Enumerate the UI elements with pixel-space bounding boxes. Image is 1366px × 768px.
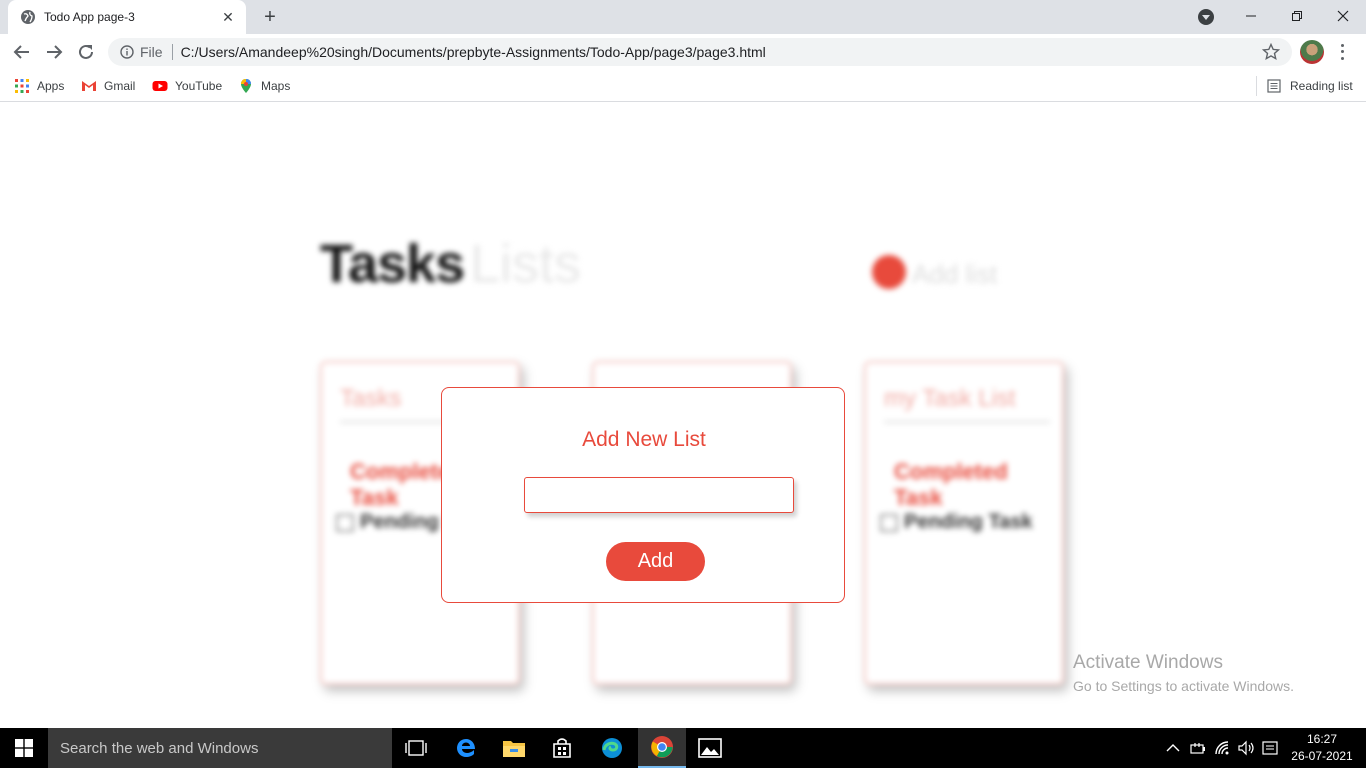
apps-grid-icon (15, 79, 29, 93)
add-button[interactable]: Add (606, 542, 705, 581)
chrome-icon (651, 736, 673, 758)
windows-logo-icon (15, 739, 33, 757)
task-list-card: my Task List Completed Task Pending Task (864, 361, 1064, 685)
close-window-button[interactable] (1320, 0, 1366, 32)
tab-title: Todo App page-3 (44, 10, 135, 24)
speaker-icon (1238, 740, 1254, 756)
folder-icon (503, 741, 525, 757)
task-view-icon (405, 740, 427, 756)
volume-control[interactable] (1238, 738, 1256, 758)
youtube-icon (152, 81, 168, 91)
task-view-button[interactable] (392, 728, 440, 768)
store-bag-icon (553, 738, 571, 758)
modal-title: Add New List (582, 428, 706, 451)
restore-icon (1292, 11, 1302, 21)
wifi-icon (1215, 741, 1229, 755)
pending-task[interactable]: Pending Task (880, 511, 1033, 534)
new-tab-button[interactable]: + (258, 6, 282, 28)
reading-list-button[interactable]: Reading list (1256, 76, 1353, 96)
bookmark-label: Gmail (104, 79, 136, 93)
photos-icon (698, 738, 722, 758)
bookmark-label: Apps (37, 79, 65, 93)
tab-search-icon[interactable] (1198, 9, 1214, 25)
url-text[interactable]: C:/Users/Amandeep%20singh/Documents/prep… (181, 44, 766, 60)
reload-icon (79, 44, 93, 59)
taskbar-file-explorer[interactable] (490, 728, 538, 768)
start-button[interactable] (0, 728, 48, 768)
reading-list-label: Reading list (1290, 79, 1353, 93)
browser-tab[interactable]: Todo App page-3 ✕ (8, 0, 246, 34)
bookmark-apps[interactable]: Apps (14, 76, 64, 96)
windows-taskbar: Search the web and Windows 16:27 26-07-2… (0, 728, 1366, 768)
taskbar-photos[interactable] (686, 728, 734, 768)
bookmark-youtube[interactable]: YouTube (152, 76, 222, 96)
browser-menu-icon[interactable] (1334, 42, 1350, 62)
taskbar-search-box[interactable]: Search the web and Windows (48, 728, 392, 768)
back-arrow-icon (13, 45, 29, 59)
clock-date: 26-07-2021 (1291, 749, 1353, 763)
bookmark-star-icon[interactable] (1262, 43, 1280, 61)
address-bar[interactable]: File C:/Users/Amandeep%20singh/Documents… (108, 38, 1292, 66)
gmail-icon (82, 81, 96, 91)
restore-button[interactable] (1274, 0, 1320, 32)
close-icon (1337, 10, 1349, 22)
watermark-subtitle: Go to Settings to activate Windows. (1073, 678, 1294, 694)
watermark-title: Activate Windows (1073, 652, 1223, 673)
add-list-icon[interactable] (872, 255, 906, 289)
list-name-input[interactable] (524, 477, 794, 513)
globe-icon (21, 10, 35, 24)
wifi-status[interactable] (1214, 738, 1232, 758)
taskbar-chrome[interactable] (638, 728, 686, 768)
profile-avatar[interactable] (1300, 40, 1324, 64)
forward-button[interactable] (42, 40, 66, 64)
battery-plug-icon (1190, 743, 1205, 754)
reload-button[interactable] (74, 40, 98, 64)
keyboard-layout-icon (1262, 741, 1278, 755)
browser-toolbar: File C:/Users/Amandeep%20singh/Documents… (0, 34, 1366, 70)
activate-windows-watermark: Activate Windows Go to Settings to activ… (1073, 652, 1294, 694)
add-list-modal: Add New List Add (441, 387, 845, 603)
show-hidden-icons[interactable] (1166, 738, 1180, 758)
bookmark-label: YouTube (175, 79, 223, 93)
input-indicator[interactable] (1262, 738, 1278, 758)
forward-arrow-icon (47, 45, 63, 59)
bookmark-gmail[interactable]: Gmail (81, 76, 135, 96)
back-button[interactable] (10, 40, 34, 64)
site-info-icon[interactable] (120, 45, 134, 59)
minimize-button[interactable] (1228, 0, 1274, 32)
edge-icon (602, 738, 622, 758)
edge-legacy-icon (457, 739, 475, 757)
chevron-up-icon (1166, 744, 1180, 752)
url-scheme-label: File (140, 44, 173, 60)
power-status[interactable] (1190, 738, 1208, 758)
taskbar-store[interactable] (538, 728, 586, 768)
card-title: my Task List (884, 385, 1050, 423)
page-content: Tasks Lists Add list Tasks Completed Tas… (0, 103, 1366, 728)
system-clock[interactable]: 16:27 26-07-2021 (1290, 731, 1354, 765)
maps-icon (241, 79, 251, 93)
bookmark-maps[interactable]: Maps (238, 76, 290, 96)
add-list-label[interactable]: Add list (912, 259, 997, 290)
tab-close-icon[interactable]: ✕ (220, 9, 236, 25)
browser-tabstrip: Todo App page-3 ✕ + (0, 0, 1366, 34)
bookmark-label: Maps (261, 79, 291, 93)
taskbar-edge[interactable] (588, 728, 636, 768)
bookmarks-bar: Apps Gmail YouTube Maps Reading list (0, 70, 1366, 102)
reading-list-icon (1267, 79, 1281, 93)
header-tasks: Tasks (320, 234, 465, 294)
clock-time: 16:27 (1306, 732, 1338, 746)
header-lists: Lists (470, 234, 582, 294)
minimize-icon (1246, 15, 1256, 17)
completed-task: Completed Task (894, 459, 1008, 510)
taskbar-edge-legacy[interactable] (442, 728, 490, 768)
